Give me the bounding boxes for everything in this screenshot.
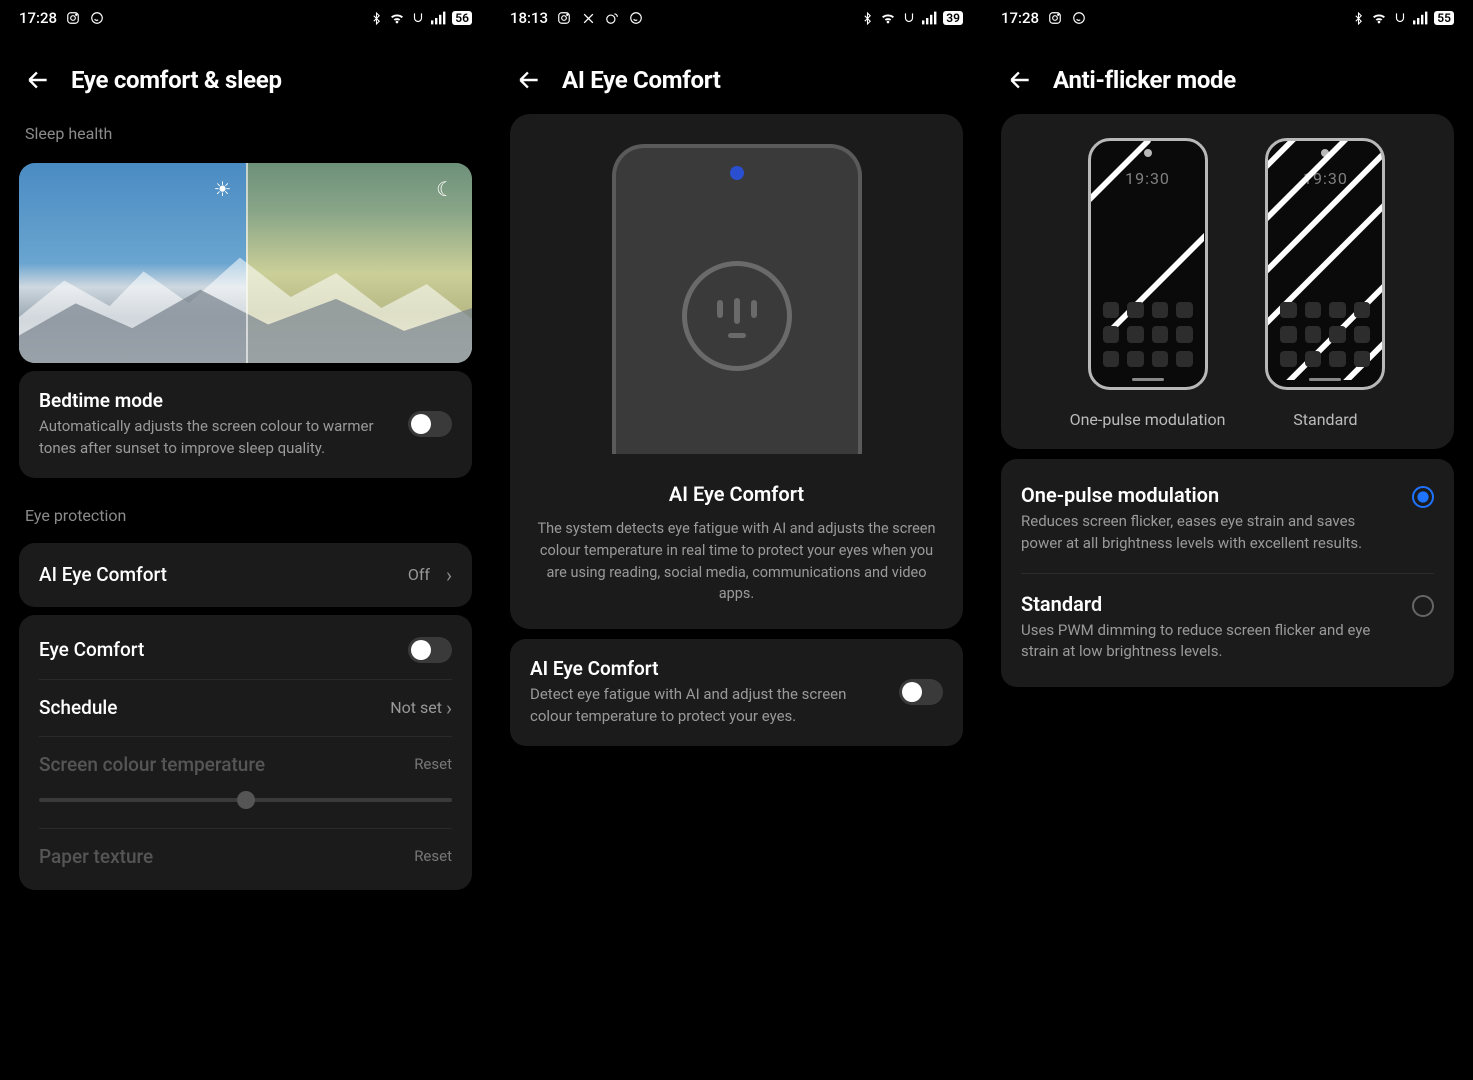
whatsapp-icon: [89, 10, 105, 26]
page-title: AI Eye Comfort: [562, 66, 721, 94]
back-button[interactable]: [516, 67, 542, 93]
hero-desc: The system detects eye fatigue with AI a…: [530, 518, 943, 605]
instagram-icon: [556, 10, 572, 26]
bluetooth-icon: [368, 10, 384, 26]
paper-reset-button[interactable]: Reset: [414, 847, 452, 865]
toggle-title: AI Eye Comfort: [530, 657, 887, 680]
page-title: Eye comfort & sleep: [71, 66, 282, 94]
face-icon: [682, 261, 792, 371]
battery-level: 39: [943, 11, 963, 25]
screen-colour-temp-row: Screen colour temperature Reset: [39, 737, 452, 828]
wifi-icon: [1371, 10, 1387, 26]
vowifi-icon: [1392, 10, 1408, 26]
status-bar: 17:28 55: [983, 0, 1472, 36]
sleep-illustration: ☀ ☾: [19, 163, 472, 363]
section-eye-protection: Eye protection: [1, 486, 490, 535]
option-one-pulse[interactable]: One-pulse modulation Reduces screen flic…: [1021, 473, 1434, 565]
schedule-value: Not set: [390, 698, 442, 717]
camera-dot-icon: [730, 166, 744, 180]
ai-eye-hero-card: AI Eye Comfort The system detects eye fa…: [510, 114, 963, 629]
pane-anti-flicker: 17:28 55 Anti-flicker mode 19:30: [982, 0, 1473, 1080]
battery-level: 56: [452, 11, 472, 25]
ai-eye-comfort-link[interactable]: AI Eye Comfort Off ›: [19, 543, 472, 607]
status-bar: 17:28 56: [1, 0, 490, 36]
battery-level: 55: [1434, 11, 1454, 25]
paper-texture-row: Paper texture Reset: [39, 829, 452, 884]
bedtime-desc: Automatically adjusts the screen colour …: [39, 416, 396, 460]
instagram-icon: [65, 10, 81, 26]
sct-reset-button[interactable]: Reset: [414, 755, 452, 773]
wifi-icon: [880, 10, 896, 26]
ai-eye-title: AI Eye Comfort: [39, 563, 396, 586]
wifi-icon: [389, 10, 405, 26]
weibo-icon: [604, 10, 620, 26]
signal-icon: [1413, 10, 1429, 26]
chevron-right-icon: ›: [446, 563, 452, 587]
pane-ai-eye-comfort: 18:13 39 AI Eye Comfort: [491, 0, 982, 1080]
page-title: Anti-flicker mode: [1053, 66, 1236, 94]
status-bar: 18:13 39: [492, 0, 981, 36]
vowifi-icon: [410, 10, 426, 26]
phone-preview-one-pulse: 19:30: [1088, 138, 1208, 390]
ai-eye-value: Off: [408, 565, 430, 584]
bedtime-toggle[interactable]: [408, 411, 452, 437]
option-standard[interactable]: Standard Uses PWM dimming to reduce scre…: [1021, 582, 1434, 674]
whatsapp-icon: [628, 10, 644, 26]
toggle-desc: Detect eye fatigue with AI and adjust th…: [530, 684, 887, 728]
back-button[interactable]: [1007, 67, 1033, 93]
label-standard: Standard: [1293, 410, 1357, 429]
schedule-row[interactable]: Schedule Not set ›: [39, 680, 452, 737]
radio-unselected-icon[interactable]: [1412, 595, 1434, 617]
phone-preview-standard: 19:30: [1265, 138, 1385, 390]
ai-eye-toggle-row[interactable]: AI Eye Comfort Detect eye fatigue with A…: [510, 639, 963, 746]
moon-icon: ☾: [436, 177, 454, 201]
status-time: 18:13: [510, 9, 548, 27]
bedtime-title: Bedtime mode: [39, 389, 396, 412]
ai-eye-toggle[interactable]: [899, 679, 943, 705]
sct-slider[interactable]: [39, 798, 452, 802]
signal-icon: [431, 10, 447, 26]
section-sleep-health: Sleep health: [1, 104, 490, 153]
eye-comfort-toggle[interactable]: [408, 637, 452, 663]
x-icon: [580, 10, 596, 26]
whatsapp-icon: [1071, 10, 1087, 26]
bluetooth-icon: [1350, 10, 1366, 26]
phone-illustration: [612, 144, 862, 454]
flicker-preview-card: 19:30 One-pulse modulation 19:30: [1001, 114, 1454, 449]
instagram-icon: [1047, 10, 1063, 26]
bedtime-mode-row[interactable]: Bedtime mode Automatically adjusts the s…: [19, 371, 472, 478]
sun-icon: ☀: [214, 177, 232, 201]
label-one-pulse: One-pulse modulation: [1070, 410, 1226, 429]
vowifi-icon: [901, 10, 917, 26]
divider: [1021, 573, 1434, 574]
status-time: 17:28: [1001, 9, 1039, 27]
bluetooth-icon: [859, 10, 875, 26]
radio-selected-icon[interactable]: [1412, 486, 1434, 508]
hero-title: AI Eye Comfort: [669, 482, 804, 506]
back-button[interactable]: [25, 67, 51, 93]
chevron-right-icon: ›: [446, 696, 452, 720]
status-time: 17:28: [19, 9, 57, 27]
signal-icon: [922, 10, 938, 26]
eye-comfort-row[interactable]: Eye Comfort: [39, 621, 452, 680]
pane-eye-comfort-sleep: 17:28 56 Eye comfort & sleep Sleep healt…: [0, 0, 491, 1080]
